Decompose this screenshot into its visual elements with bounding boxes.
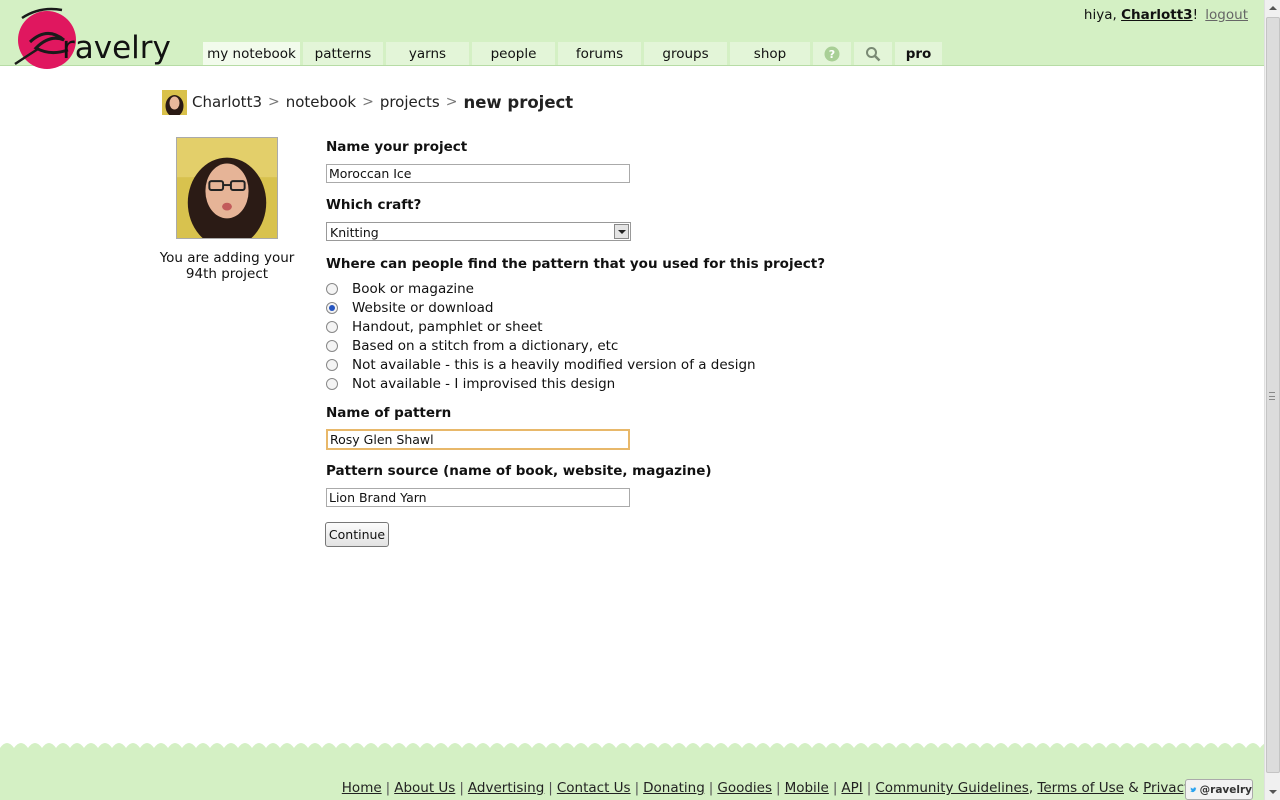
tab-shop[interactable]: shop <box>730 42 810 65</box>
svg-text:?: ? <box>829 48 835 61</box>
radio-option-handout[interactable]: Handout, pamphlet or sheet <box>326 317 543 336</box>
scroll-up-arrow-icon[interactable] <box>1265 0 1280 16</box>
project-count-text: You are adding your 94th project <box>159 250 295 282</box>
twitter-bird-icon <box>1190 786 1197 792</box>
breadcrumb: Charlott3 > notebook > projects > new pr… <box>162 89 573 115</box>
radio-option-book[interactable]: Book or magazine <box>326 279 474 298</box>
continue-button[interactable]: Continue <box>325 522 389 547</box>
footer-link-goodies[interactable]: Goodies <box>717 780 772 796</box>
scrollbar-grip-icon <box>1269 392 1275 400</box>
radio-button[interactable] <box>326 282 338 295</box>
logout-link[interactable]: logout <box>1205 7 1248 23</box>
pattern-source-label: Pattern source (name of book, website, m… <box>326 463 712 479</box>
site-header: ravelry hiya, Charlott3! logout my noteb… <box>0 0 1264 69</box>
radio-option-stitch-dictionary[interactable]: Based on a stitch from a dictionary, etc <box>326 336 618 355</box>
tab-patterns[interactable]: patterns <box>303 42 383 65</box>
footer-link-home[interactable]: Home <box>342 780 382 796</box>
pattern-name-input[interactable] <box>326 429 630 450</box>
main-nav: my notebook patterns yarns people forums… <box>203 42 945 65</box>
breadcrumb-notebook[interactable]: notebook <box>286 93 356 111</box>
search-icon <box>866 46 881 61</box>
user-greeting: hiya, Charlott3! logout <box>1083 7 1248 23</box>
tab-help[interactable]: ? <box>813 42 851 65</box>
username-link[interactable]: Charlott3 <box>1121 7 1193 23</box>
scroll-down-arrow-icon[interactable] <box>1265 784 1280 800</box>
footer-link-donating[interactable]: Donating <box>643 780 705 796</box>
radio-button[interactable] <box>326 320 338 333</box>
craft-select[interactable]: Knitting <box>326 222 631 241</box>
tab-forums[interactable]: forums <box>558 42 641 65</box>
user-avatar[interactable] <box>176 137 278 239</box>
user-avatar-thumb[interactable] <box>162 89 187 115</box>
project-name-label: Name your project <box>326 139 468 155</box>
tab-groups[interactable]: groups <box>644 42 727 65</box>
radio-button[interactable] <box>326 377 338 390</box>
breadcrumb-separator: > <box>268 94 280 110</box>
chevron-down-icon[interactable] <box>614 224 629 239</box>
breadcrumb-user[interactable]: Charlott3 <box>192 93 262 111</box>
tab-pro[interactable]: pro <box>895 42 942 65</box>
vertical-scrollbar[interactable] <box>1264 0 1280 800</box>
footer-link-community-guidelines[interactable]: Community Guidelines <box>875 780 1028 796</box>
breadcrumb-separator: > <box>445 94 458 110</box>
footer-link-about-us[interactable]: About Us <box>394 780 455 796</box>
twitter-handle: @ravelry <box>1199 783 1252 796</box>
breadcrumb-separator: > <box>362 94 374 110</box>
footer-link-terms-of-use[interactable]: Terms of Use <box>1037 780 1124 796</box>
pattern-name-label: Name of pattern <box>326 405 452 421</box>
tab-my-notebook[interactable]: my notebook <box>203 42 300 65</box>
help-icon: ? <box>824 46 840 61</box>
tab-people[interactable]: people <box>472 42 555 65</box>
footer-link-mobile[interactable]: Mobile <box>785 780 829 796</box>
ravelry-logo[interactable]: ravelry <box>10 4 190 72</box>
footer-link-api[interactable]: API <box>841 780 862 796</box>
craft-label: Which craft? <box>326 197 422 213</box>
project-name-input[interactable] <box>326 164 630 183</box>
footer-links: Home | About Us | Advertising | Contact Us | Don… <box>341 780 1192 796</box>
tab-yarns[interactable]: yarns <box>386 42 469 65</box>
radio-option-modified-design[interactable]: Not available - this is a heavily modifi… <box>326 355 756 374</box>
footer-link-advertising[interactable]: Advertising <box>468 780 544 796</box>
craft-select-value: Knitting <box>330 225 379 240</box>
footer-link-contact-us[interactable]: Contact Us <box>557 780 631 796</box>
radio-button[interactable] <box>326 358 338 371</box>
footer-scallop-border <box>0 734 1264 754</box>
pattern-source-question: Where can people find the pattern that y… <box>326 256 826 272</box>
logo-text: ravelry <box>62 30 171 66</box>
radio-option-improvised[interactable]: Not available - I improvised this design <box>326 374 615 393</box>
breadcrumb-projects[interactable]: projects <box>380 93 440 111</box>
pattern-source-input[interactable] <box>326 488 630 507</box>
radio-button[interactable] <box>326 339 338 352</box>
radio-option-website[interactable]: Website or download <box>326 298 494 317</box>
twitter-follow-button[interactable]: @ravelry <box>1185 779 1253 800</box>
tab-search[interactable] <box>854 42 892 65</box>
radio-button-selected[interactable] <box>326 301 338 314</box>
page-title: new project <box>463 92 574 112</box>
